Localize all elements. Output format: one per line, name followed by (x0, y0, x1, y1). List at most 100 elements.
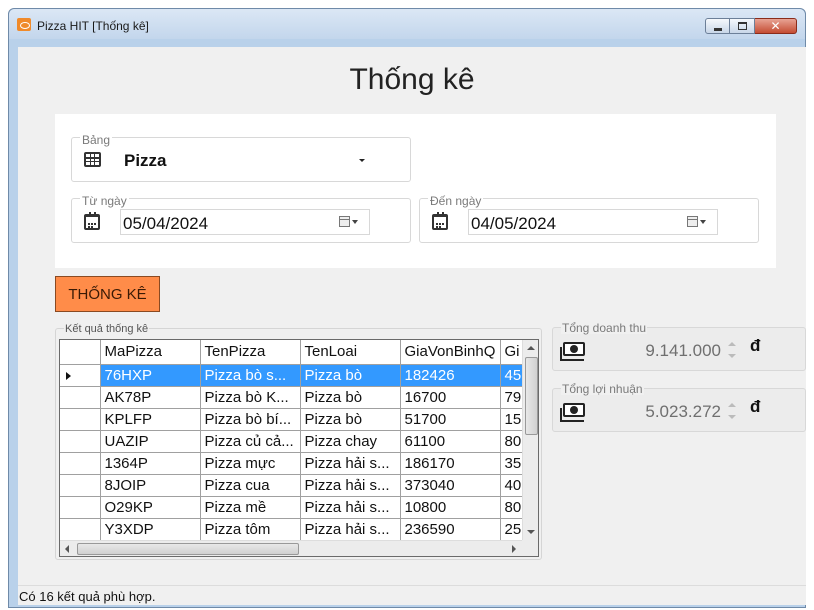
date-dropdown-icon[interactable] (687, 216, 709, 228)
profit-spinner[interactable] (725, 400, 739, 422)
table-cell[interactable]: O29KP (100, 496, 201, 519)
table-row[interactable]: UAZIP Pizza củ cả... Pizza chay 61100 80 (60, 430, 531, 453)
table-cell[interactable]: Y3XDP (100, 518, 201, 541)
row-header[interactable] (60, 408, 101, 431)
table-cell[interactable]: 186170 (400, 452, 501, 475)
minimize-button[interactable] (705, 18, 730, 34)
to-date-value: 04/05/2024 (471, 214, 557, 233)
spin-down-icon (728, 415, 736, 419)
table-cell[interactable]: Pizza hải s... (300, 518, 401, 541)
scroll-thumb[interactable] (525, 357, 538, 435)
column-header[interactable]: TenPizza (200, 340, 301, 365)
revenue-value[interactable]: 9.141.000 (601, 341, 721, 361)
calendar-icon (432, 212, 448, 230)
table-cell[interactable]: UAZIP (100, 430, 201, 453)
table-row[interactable]: 1364P Pizza mực Pizza hải s... 186170 35 (60, 452, 531, 475)
table-cell[interactable]: Pizza hải s... (300, 496, 401, 519)
scroll-thumb-horizontal[interactable] (77, 543, 299, 555)
table-filter-group: Bảng Pizza (71, 133, 411, 182)
to-date-picker[interactable]: 04/05/2024 (468, 209, 718, 235)
table-row[interactable]: 76HXP Pizza bò s... Pizza bò 182426 45 (60, 364, 531, 387)
results-group: Kết quả thống kê MaPizza TenPizza TenLoai G… (55, 323, 542, 560)
scroll-right-icon[interactable] (512, 545, 516, 553)
vertical-scrollbar[interactable] (522, 340, 538, 540)
maximize-icon (737, 22, 747, 30)
table-filter-label: Bảng (80, 133, 113, 147)
table-cell[interactable]: 10800 (400, 496, 501, 519)
row-header[interactable] (60, 452, 101, 475)
table-cell[interactable]: Pizza chay (300, 430, 401, 453)
table-cell[interactable]: Pizza mực (200, 452, 301, 475)
scroll-up-icon[interactable] (527, 346, 535, 350)
results-table: MaPizza TenPizza TenLoai GiaVonBinhQ Gi 76HX… (60, 340, 531, 541)
row-header[interactable] (60, 364, 101, 387)
table-cell[interactable]: 51700 (400, 408, 501, 431)
revenue-spinner[interactable] (725, 339, 739, 361)
table-cell[interactable]: KPLFP (100, 408, 201, 431)
table-select-value: Pizza (124, 151, 167, 170)
money-icon (560, 342, 585, 361)
table-cell[interactable]: 182426 (400, 364, 501, 387)
table-cell[interactable]: Pizza bò K... (200, 386, 301, 409)
results-label: Kết quả thống kê (64, 323, 150, 335)
table-cell[interactable]: 16700 (400, 386, 501, 409)
table-cell[interactable]: 76HXP (100, 364, 201, 387)
from-date-picker[interactable]: 05/04/2024 (120, 209, 370, 235)
profit-value[interactable]: 5.023.272 (601, 402, 721, 422)
table-cell[interactable]: Pizza tôm (200, 518, 301, 541)
row-header[interactable] (60, 474, 101, 497)
table-cell[interactable]: 236590 (400, 518, 501, 541)
scroll-left-icon[interactable] (65, 545, 69, 553)
revenue-currency: đ (750, 336, 761, 355)
row-header[interactable] (60, 518, 101, 541)
close-button[interactable]: ✕ (755, 18, 797, 34)
table-cell[interactable]: Pizza hải s... (300, 452, 401, 475)
close-icon: ✕ (770, 19, 781, 33)
horizontal-scrollbar[interactable] (60, 540, 522, 556)
profit-group: Tổng lợi nhuận 5.023.272 đ (552, 383, 806, 432)
profit-label: Tổng lợi nhuận (561, 382, 644, 396)
table-row[interactable]: Y3XDP Pizza tôm Pizza hải s... 236590 25 (60, 518, 531, 541)
window-controls: ✕ (705, 18, 797, 34)
column-header[interactable]: GiaVonBinhQ (400, 340, 501, 365)
table-cell[interactable]: Pizza mề (200, 496, 301, 519)
table-cell[interactable]: Pizza bò (300, 386, 401, 409)
table-cell[interactable]: Pizza bò (300, 364, 401, 387)
row-header[interactable] (60, 496, 101, 519)
table-cell[interactable]: Pizza bò s... (200, 364, 301, 387)
row-header[interactable] (60, 430, 101, 453)
statistics-button[interactable]: THỐNG KÊ (55, 276, 160, 312)
pizza-app-icon (17, 18, 31, 31)
profit-currency: đ (750, 397, 761, 416)
maximize-button[interactable] (730, 18, 755, 34)
table-cell[interactable]: 8JOIP (100, 474, 201, 497)
table-row[interactable]: 8JOIP Pizza cua Pizza hải s... 373040 40 (60, 474, 531, 497)
table-cell[interactable]: 61100 (400, 430, 501, 453)
window-title: Pizza HIT [Thống kê] (37, 19, 149, 33)
table-cell[interactable]: AK78P (100, 386, 201, 409)
table-select[interactable]: Pizza (122, 146, 372, 174)
date-dropdown-icon[interactable] (339, 216, 361, 228)
table-row[interactable]: O29KP Pizza mề Pizza hải s... 10800 80 (60, 496, 531, 519)
column-header[interactable]: MaPizza (100, 340, 201, 365)
table-cell[interactable]: 1364P (100, 452, 201, 475)
table-cell[interactable]: Pizza củ cả... (200, 430, 301, 453)
chevron-down-icon (359, 159, 365, 162)
column-header[interactable]: TenLoai (300, 340, 401, 365)
table-cell[interactable]: Pizza cua (200, 474, 301, 497)
row-header[interactable] (60, 386, 101, 409)
money-icon (560, 403, 585, 422)
results-grid[interactable]: MaPizza TenPizza TenLoai GiaVonBinhQ Gi 76HX… (59, 339, 539, 557)
table-cell[interactable]: Pizza hải s... (300, 474, 401, 497)
scroll-down-icon[interactable] (527, 530, 535, 534)
calendar-icon (84, 212, 100, 230)
table-row[interactable]: AK78P Pizza bò K... Pizza bò 16700 79 (60, 386, 531, 409)
table-cell[interactable]: 373040 (400, 474, 501, 497)
table-cell[interactable]: Pizza bò bí... (200, 408, 301, 431)
scroll-corner (522, 540, 538, 556)
table-row[interactable]: KPLFP Pizza bò bí... Pizza bò 51700 15 (60, 408, 531, 431)
row-header-corner (60, 340, 101, 365)
table-cell[interactable]: Pizza bò (300, 408, 401, 431)
spin-down-icon (728, 354, 736, 358)
title-bar[interactable]: Pizza HIT [Thống kê] ✕ (9, 9, 805, 39)
